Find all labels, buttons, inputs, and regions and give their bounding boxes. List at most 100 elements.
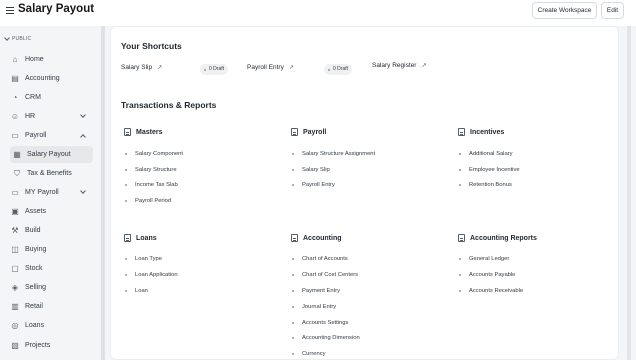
status-dot-icon — [204, 68, 206, 71]
tax-benefits-icon: ⛉ — [14, 168, 20, 178]
link-salary-structure[interactable]: Salary Structure — [121, 167, 177, 173]
link-currency[interactable]: Currency — [288, 351, 326, 357]
card-title-payroll[interactable]: Payroll — [291, 128, 326, 136]
projects-icon: ▧ — [11, 341, 19, 350]
link-income-tax-slab[interactable]: Income Tax Slab — [121, 182, 178, 188]
content-scrollbar[interactable] — [627, 26, 631, 360]
sidebar-item-label: Build — [25, 227, 41, 234]
stock-icon: ▢ — [11, 264, 19, 273]
link-chart-of-cost-centers[interactable]: Chart of Cost Centers — [288, 272, 358, 278]
document-icon — [291, 128, 298, 136]
card-title-accounting-reports[interactable]: Accounting Reports — [458, 234, 537, 242]
sidebar-item-my-payroll[interactable]: ▭ MY Payroll — [8, 184, 93, 201]
external-link-icon: ↗ — [421, 63, 427, 69]
sidebar-item-label: Projects — [25, 342, 51, 349]
salary-payout-icon: ▦ — [13, 150, 21, 159]
buying-icon: ◫ — [11, 245, 19, 254]
link-employee-incentive[interactable]: Employee Incentive — [455, 167, 520, 173]
link-salary-slip[interactable]: Salary Slip — [288, 167, 330, 173]
sidebar-item-label: CRM — [25, 94, 41, 101]
document-icon — [458, 234, 465, 242]
card-title-label: Incentives — [470, 128, 505, 136]
sidebar-item-label: Tax & Benefits — [27, 170, 72, 177]
link-accounts-settings[interactable]: Accounts Settings — [288, 320, 348, 326]
sidebar-item-retail[interactable]: ▥ Retail — [8, 298, 93, 315]
sidebar-item-label: Selling — [25, 284, 47, 291]
sidebar-item-accounting[interactable]: ▤ Accounting — [8, 70, 93, 87]
card-title-incentives[interactable]: Incentives — [458, 128, 504, 136]
hr-icon: ☺ — [10, 112, 20, 121]
link-accounts-payable[interactable]: Accounts Payable — [455, 272, 515, 278]
link-salary-structure-assignment[interactable]: Salary Structure Assignment — [288, 151, 375, 157]
edit-button[interactable]: Edit — [601, 2, 624, 19]
page-title: Salary Payout — [18, 3, 95, 15]
card-title-label: Loans — [136, 234, 157, 242]
sidebar-item-buying[interactable]: ◫ Buying — [8, 241, 93, 258]
external-link-icon: ↗ — [288, 65, 294, 71]
link-chart-of-accounts[interactable]: Chart of Accounts — [288, 256, 348, 262]
link-general-ledger[interactable]: General Ledger — [455, 256, 509, 262]
card-title-label: Payroll — [303, 128, 327, 136]
card-title-label: Masters — [136, 128, 163, 136]
shortcut-salary-register[interactable]: Salary Register ↗ — [372, 62, 426, 69]
link-accounts-receivable[interactable]: Accounts Receivable — [455, 288, 523, 294]
chevron-up-icon[interactable] — [80, 134, 86, 140]
link-payroll-entry[interactable]: Payroll Entry — [288, 182, 335, 188]
card-title-loans[interactable]: Loans — [124, 234, 157, 242]
menu-icon[interactable] — [6, 7, 14, 14]
reports-heading: Transactions & Reports — [121, 100, 217, 110]
sidebar-item-home[interactable]: ⌂ Home — [8, 51, 93, 68]
payroll-icon: ▭ — [11, 131, 19, 140]
sidebar-item-build[interactable]: ⚒ Build — [8, 222, 93, 239]
document-icon — [458, 128, 465, 136]
crm-icon: ◔ — [12, 93, 18, 102]
sidebar-item-stock[interactable]: ▢ Stock — [8, 260, 93, 277]
link-loan-application[interactable]: Loan Application — [121, 272, 178, 278]
shortcut-salary-slip[interactable]: Salary Slip ↗ — [121, 64, 162, 71]
sidebar-item-hr[interactable]: ☺ HR — [8, 108, 93, 125]
link-journal-entry[interactable]: Journal Entry — [288, 304, 336, 310]
shortcut-label: Salary Register — [372, 62, 417, 69]
sidebar: PUBLIC ⌂ Home ▤ Accounting ◔ CRM ☺ HR ▭ … — [0, 26, 101, 360]
retail-icon: ▥ — [11, 302, 19, 311]
sidebar-item-label: Assets — [25, 208, 47, 215]
link-accounting-dimension[interactable]: Accounting Dimension — [288, 335, 360, 341]
sidebar-scrollbar[interactable] — [101, 26, 105, 360]
sidebar-section-label: PUBLIC — [12, 36, 32, 42]
create-workspace-button[interactable]: Create Workspace — [532, 2, 597, 19]
sidebar-item-label: Stock — [25, 265, 43, 272]
sidebar-item-label: Home — [25, 56, 44, 63]
chevron-down-icon — [4, 35, 10, 41]
link-payroll-period[interactable]: Payroll Period — [121, 198, 171, 204]
sidebar-item-label: Salary Payout — [27, 151, 71, 158]
top-bar: Salary Payout Create Workspace Edit — [0, 0, 636, 26]
sidebar-item-payroll[interactable]: ▭ Payroll — [8, 127, 93, 144]
sidebar-item-label: Buying — [25, 246, 47, 253]
sidebar-item-projects[interactable]: ▧ Projects — [8, 337, 93, 354]
link-loan-type[interactable]: Loan Type — [121, 256, 162, 262]
shortcuts-heading: Your Shortcuts — [121, 41, 182, 51]
card-title-accounting[interactable]: Accounting — [291, 234, 342, 242]
document-icon — [291, 234, 298, 242]
sidebar-item-label: Accounting — [25, 75, 60, 82]
sidebar-item-selling[interactable]: ◈ Selling — [8, 279, 93, 296]
sidebar-section-public[interactable]: PUBLIC — [4, 35, 32, 42]
sidebar-item-loans[interactable]: ◎ Loans — [8, 317, 93, 334]
link-retention-bonus[interactable]: Retention Bonus — [455, 182, 512, 188]
shortcut-label: Payroll Entry — [247, 64, 284, 71]
link-loan[interactable]: Loan — [121, 288, 148, 294]
sidebar-item-salary-payout[interactable]: ▦ Salary Payout — [10, 146, 93, 163]
chevron-down-icon[interactable] — [80, 188, 86, 194]
shortcut-payroll-entry[interactable]: Payroll Entry ↗ — [247, 64, 294, 71]
shortcut-label: Salary Slip — [121, 64, 153, 71]
sidebar-item-tax-benefits[interactable]: ⛉ Tax & Benefits — [10, 165, 93, 182]
link-salary-component[interactable]: Salary Component — [121, 151, 183, 157]
card-title-masters[interactable]: Masters — [124, 128, 162, 136]
link-additional-salary[interactable]: Additional Salary — [455, 151, 513, 157]
sidebar-item-crm[interactable]: ◔ CRM — [8, 89, 93, 106]
build-icon: ⚒ — [11, 226, 19, 235]
chevron-down-icon[interactable] — [80, 112, 86, 118]
link-payment-entry[interactable]: Payment Entry — [288, 288, 340, 294]
sidebar-item-label: MY Payroll — [25, 189, 59, 196]
sidebar-item-assets[interactable]: ▣ Assets — [8, 203, 93, 220]
